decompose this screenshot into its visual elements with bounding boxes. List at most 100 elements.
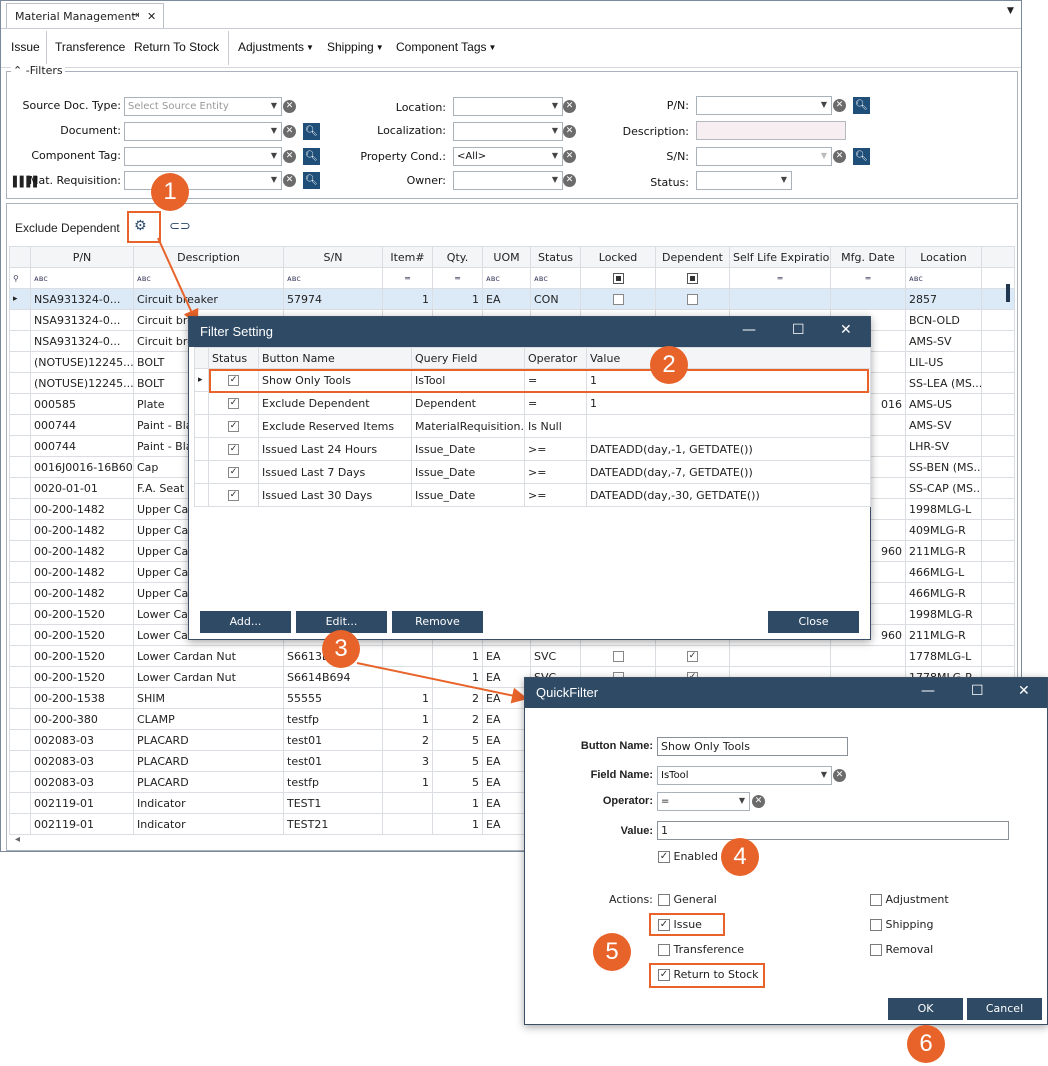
empty-checkbox-icon bbox=[870, 944, 882, 956]
value-input[interactable]: 1 bbox=[657, 821, 1009, 840]
filter-row[interactable]: ✓ Exclude Dependent Dependent = 1 bbox=[194, 391, 871, 415]
col-button-name[interactable]: Button Name bbox=[258, 347, 412, 369]
actions-label: Actions: bbox=[609, 893, 653, 906]
checkmark-icon: ✓ bbox=[658, 851, 670, 863]
transference-label: Transference bbox=[673, 943, 745, 956]
removal-checkbox[interactable]: Removal bbox=[870, 943, 933, 956]
col-value[interactable]: Value bbox=[586, 347, 871, 369]
quickfilter-title: QuickFilter bbox=[536, 685, 599, 700]
name-cell: Issued Last 7 Days bbox=[258, 460, 412, 484]
row-indicator bbox=[194, 460, 209, 484]
cancel-button[interactable]: Cancel bbox=[967, 998, 1042, 1020]
name-cell: Exclude Reserved Items bbox=[258, 414, 412, 438]
field-name-value: IsTool bbox=[661, 770, 689, 781]
filter-row[interactable]: ✓ Issued Last 30 Days Issue_Date >= DATEADD(… bbox=[194, 483, 871, 507]
callout-5: 5 bbox=[593, 933, 631, 971]
show-only-tools-highlight bbox=[209, 369, 869, 393]
empty-checkbox-icon bbox=[658, 944, 670, 956]
field-cell: Dependent bbox=[411, 391, 525, 415]
empty-checkbox-icon bbox=[870, 894, 882, 906]
field-cell: Issue_Date bbox=[411, 460, 525, 484]
checkmark-icon[interactable]: ✓ bbox=[228, 490, 239, 501]
adjustment-label: Adjustment bbox=[885, 893, 949, 906]
name-cell: Issued Last 30 Days bbox=[258, 483, 412, 507]
field-name-label: Field Name: bbox=[590, 769, 653, 781]
shipping-checkbox[interactable]: Shipping bbox=[870, 918, 934, 931]
dropdown-arrow-icon: ▼ bbox=[738, 796, 745, 805]
col-operator[interactable]: Operator bbox=[524, 347, 587, 369]
filter-setting-title: Filter Setting bbox=[200, 324, 273, 339]
op-cell: >= bbox=[524, 437, 587, 461]
value-cell: 1 bbox=[586, 391, 871, 415]
operator-combo[interactable]: = ▼ bbox=[657, 792, 750, 811]
arrow-1 bbox=[157, 237, 199, 326]
row-indicator-header bbox=[194, 347, 209, 369]
enabled-label: Enabled bbox=[673, 850, 718, 863]
row-indicator-icon: ▸ bbox=[194, 368, 209, 392]
filter-setting-dialog: Filter Setting — ☐ ✕ Status Button Name … bbox=[188, 316, 871, 640]
filter-setting-header-row: Status Button Name Query Field Operator … bbox=[194, 347, 871, 369]
dropdown-arrow-icon: ▼ bbox=[820, 770, 827, 779]
checkmark-icon[interactable]: ✓ bbox=[228, 398, 239, 409]
quickfilter-titlebar: QuickFilter — ☐ ✕ bbox=[525, 678, 1047, 708]
empty-row bbox=[195, 507, 871, 509]
status-cell: ✓ bbox=[208, 483, 259, 507]
value-label: Value: bbox=[620, 825, 653, 837]
add-button[interactable]: Add... bbox=[200, 611, 291, 633]
row-indicator bbox=[194, 414, 209, 438]
general-checkbox[interactable]: General bbox=[658, 893, 717, 906]
filter-row[interactable]: ✓ Exclude Reserved Items MaterialRequisiti… bbox=[194, 414, 871, 438]
clear-icon[interactable]: ✕ bbox=[752, 795, 765, 808]
close-icon[interactable]: ✕ bbox=[1018, 683, 1030, 699]
field-name-combo[interactable]: IsTool ▼ bbox=[657, 766, 832, 785]
filter-row[interactable]: ✓ Issued Last 24 Hours Issue_Date >= DATEADD… bbox=[194, 437, 871, 461]
operator-label: Operator: bbox=[602, 795, 653, 807]
name-cell: Exclude Dependent bbox=[258, 391, 412, 415]
enabled-checkbox[interactable]: ✓ Enabled bbox=[658, 850, 718, 863]
checkmark-icon[interactable]: ✓ bbox=[228, 444, 239, 455]
name-cell: Issued Last 24 Hours bbox=[258, 437, 412, 461]
col-status[interactable]: Status bbox=[208, 347, 259, 369]
callout-6: 6 bbox=[907, 1025, 945, 1063]
minimize-icon[interactable]: — bbox=[921, 683, 935, 699]
field-cell: Issue_Date bbox=[411, 483, 525, 507]
op-cell: = bbox=[524, 391, 587, 415]
remove-button[interactable]: Remove bbox=[392, 611, 483, 633]
close-button[interactable]: Close bbox=[768, 611, 859, 633]
button-name-label: Button Name: bbox=[580, 740, 653, 752]
issue-highlight bbox=[649, 913, 725, 936]
minimize-icon[interactable]: — bbox=[742, 322, 756, 338]
quickfilter-dialog: QuickFilter — ☐ ✕ Button Name: Show Only… bbox=[524, 677, 1048, 1025]
callout-4: 4 bbox=[721, 838, 759, 876]
field-cell: MaterialRequisition... bbox=[411, 414, 525, 438]
checkmark-icon[interactable]: ✓ bbox=[228, 421, 239, 432]
status-cell: ✓ bbox=[208, 437, 259, 461]
clear-icon[interactable]: ✕ bbox=[833, 769, 846, 782]
row-indicator bbox=[194, 483, 209, 507]
empty-checkbox-icon bbox=[658, 894, 670, 906]
col-query-field[interactable]: Query Field bbox=[411, 347, 525, 369]
button-name-input[interactable]: Show Only Tools bbox=[657, 737, 848, 756]
op-cell: Is Null bbox=[524, 414, 587, 438]
op-cell: >= bbox=[524, 460, 587, 484]
status-cell: ✓ bbox=[208, 391, 259, 415]
close-icon[interactable]: ✕ bbox=[840, 322, 852, 338]
op-cell: >= bbox=[524, 483, 587, 507]
checkmark-icon[interactable]: ✓ bbox=[228, 467, 239, 478]
value-cell: DATEADD(day,-7, GETDATE()) bbox=[586, 460, 871, 484]
callout-2: 2 bbox=[650, 346, 688, 384]
maximize-icon[interactable]: ☐ bbox=[971, 683, 984, 699]
value-cell bbox=[586, 414, 871, 438]
adjustment-checkbox[interactable]: Adjustment bbox=[870, 893, 949, 906]
status-cell: ✓ bbox=[208, 414, 259, 438]
filter-setting-titlebar: Filter Setting — ☐ ✕ bbox=[189, 317, 870, 347]
return-to-stock-highlight bbox=[649, 963, 765, 988]
empty-checkbox-icon bbox=[870, 919, 882, 931]
transference-checkbox[interactable]: Transference bbox=[658, 943, 744, 956]
removal-label: Removal bbox=[885, 943, 934, 956]
shipping-label: Shipping bbox=[885, 918, 934, 931]
row-indicator bbox=[194, 437, 209, 461]
maximize-icon[interactable]: ☐ bbox=[792, 322, 805, 338]
filter-row[interactable]: ✓ Issued Last 7 Days Issue_Date >= DATEADD(d… bbox=[194, 460, 871, 484]
ok-button[interactable]: OK bbox=[888, 998, 963, 1020]
